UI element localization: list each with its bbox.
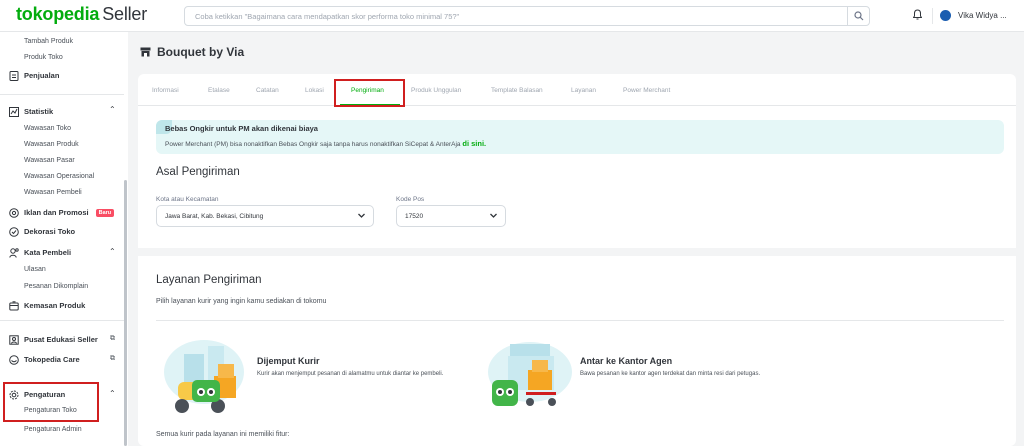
kota-label: Kota atau Kecamatan (156, 196, 219, 203)
tab-informasi[interactable]: Informasi (152, 87, 179, 94)
chevron-down-icon (358, 213, 365, 218)
new-badge: Baru (95, 208, 115, 217)
megaphone-icon (8, 207, 19, 218)
page-title: Bouquet by Via (140, 45, 244, 59)
sidebar-label-dekorasi: Dekorasi Toko (24, 227, 76, 236)
care-icon (8, 354, 19, 365)
logo-sub: Seller (102, 4, 148, 24)
search-input[interactable]: Coba ketikkan "Bagaimana cara mendapatka… (184, 6, 870, 26)
tab-layanan[interactable]: Layanan (571, 87, 596, 94)
agent-office-illustration (488, 342, 572, 406)
sidebar-label-pusat-edukasi: Pusat Edukasi Seller (24, 335, 98, 344)
sidebar-item-wawasan-pembeli[interactable]: Wawasan Pembeli (24, 189, 82, 196)
sidebar-item-pesanan-dikomplain[interactable]: Pesanan Dikomplain (24, 283, 88, 290)
decoration-icon (8, 226, 19, 237)
chevron-up-icon[interactable]: ⌃ (109, 247, 116, 256)
logo-main: tokopedia (16, 4, 100, 24)
sidebar-divider (0, 94, 124, 95)
sidebar-label-tokopedia-care: Tokopedia Care (24, 355, 80, 364)
section-separator (138, 248, 1016, 256)
layanan-divider (156, 320, 1004, 321)
sidebar-item-wawasan-pasar[interactable]: Wawasan Pasar (24, 157, 75, 164)
sidebar-item-ulasan[interactable]: Ulasan (24, 266, 46, 273)
education-icon (8, 334, 19, 345)
sidebar-item-penjualan[interactable]: Penjualan (8, 70, 59, 81)
option-dijemput-kurir-desc: Kurir akan menjemput pesanan di alamatmu… (257, 371, 444, 377)
tab-etalase[interactable]: Etalase (208, 87, 230, 94)
bell-icon[interactable] (913, 9, 922, 20)
sidebar-item-produk-toko[interactable]: Produk Toko (24, 54, 63, 61)
highlight-box-pengaturan (3, 382, 99, 422)
tokopedia-seller-logo[interactable]: tokopedia Seller (16, 4, 147, 25)
sidebar-label-kemasan: Kemasan Produk (24, 301, 86, 310)
tab-catatan[interactable]: Catatan (256, 87, 279, 94)
chart-icon (8, 106, 19, 117)
sidebar-item-iklan[interactable]: Iklan dan Promosi Baru (8, 207, 115, 218)
sidebar-item-wawasan-toko[interactable]: Wawasan Toko (24, 125, 71, 132)
review-icon (8, 247, 19, 258)
sidebar-item-pusat-edukasi[interactable]: Pusat Edukasi Seller (8, 334, 98, 345)
chevron-up-icon[interactable]: ⌃ (109, 105, 116, 114)
notice-title: Bebas Ongkir untuk PM akan dikenai biaya (165, 124, 318, 133)
kota-select[interactable]: Jawa Barat, Kab. Bekasi, Cibitung (156, 205, 374, 227)
sidebar-label-iklan: Iklan dan Promosi (24, 208, 89, 217)
search-button[interactable] (847, 6, 869, 26)
sidebar-item-pengaturan-admin[interactable]: Pengaturan Admin (24, 426, 82, 433)
notice-body: Power Merchant (PM) bisa nonaktifkan Beb… (165, 141, 461, 148)
sidebar-item-wawasan-produk[interactable]: Wawasan Produk (24, 141, 79, 148)
sidebar-label-kata-pembeli: Kata Pembeli (24, 248, 72, 257)
courier-pickup-illustration (164, 340, 244, 413)
layanan-pengiriman-title: Layanan Pengiriman (156, 274, 262, 286)
search-icon (853, 11, 863, 21)
chevron-down-icon (490, 213, 497, 218)
sidebar-item-tokopedia-care[interactable]: Tokopedia Care (8, 354, 80, 365)
kota-value: Jawa Barat, Kab. Bekasi, Cibitung (165, 213, 264, 220)
kodepos-label: Kode Pos (396, 196, 425, 203)
chevron-up-icon[interactable]: ⌃ (109, 389, 116, 398)
kodepos-select[interactable]: 17520 (396, 205, 506, 227)
option-antar-ke-kantor-agen-title: Antar ke Kantor Agen (580, 356, 673, 366)
layanan-footer: Semua kurir pada layanan ini memiliki fi… (156, 431, 290, 438)
clipboard-icon (8, 70, 19, 81)
sidebar-item-wawasan-operasional[interactable]: Wawasan Operasional (24, 173, 94, 180)
username[interactable]: Vika Widya ... (958, 11, 1007, 20)
highlight-box-pengiriman (334, 79, 405, 107)
store-icon (140, 47, 151, 57)
top-bar: tokopedia Seller Coba ketikkan "Bagaimana… (0, 0, 1024, 32)
sidebar-item-kemasan[interactable]: Kemasan Produk (8, 300, 85, 311)
search-placeholder: Coba ketikkan "Bagaimana cara mendapatka… (195, 11, 460, 21)
sidebar-label-statistik: Statistik (24, 107, 54, 116)
tab-produk-unggulan[interactable]: Produk Unggulan (411, 87, 461, 94)
sidebar-item-kata-pembeli[interactable]: Kata Pembeli (8, 247, 71, 258)
avatar[interactable] (940, 10, 951, 21)
package-icon (8, 300, 19, 311)
asal-pengiriman-title: Asal Pengiriman (156, 166, 240, 178)
header-divider (932, 8, 933, 24)
sidebar-label-penjualan: Penjualan (24, 71, 60, 80)
tab-lokasi[interactable]: Lokasi (305, 87, 324, 94)
sidebar-divider (0, 320, 124, 321)
notice-text: Power Merchant (PM) bisa nonaktifkan Beb… (165, 139, 486, 148)
tab-template-balasan[interactable]: Template Balasan (491, 87, 543, 94)
sidebar-item-tambah-produk[interactable]: Tambah Produk (24, 38, 73, 45)
sidebar-item-dekorasi[interactable]: Dekorasi Toko (8, 226, 75, 237)
sidebar-scrollbar[interactable] (124, 180, 127, 446)
external-link-icon: ⧉ (110, 355, 115, 362)
notice-link[interactable]: di sini. (462, 139, 486, 148)
sidebar-item-statistik[interactable]: Statistik (8, 106, 53, 117)
layanan-subtitle: Pilih layanan kurir yang ingin kamu sedi… (156, 298, 327, 305)
option-dijemput-kurir-title: Dijemput Kurir (257, 356, 320, 366)
shop-name: Bouquet by Via (157, 45, 245, 59)
option-antar-ke-kantor-agen-desc: Bawa pesanan ke kantor agen terdekat dan… (580, 371, 761, 377)
tab-power-merchant[interactable]: Power Merchant (623, 87, 670, 94)
kodepos-value: 17520 (405, 213, 424, 220)
external-link-icon: ⧉ (110, 335, 115, 342)
